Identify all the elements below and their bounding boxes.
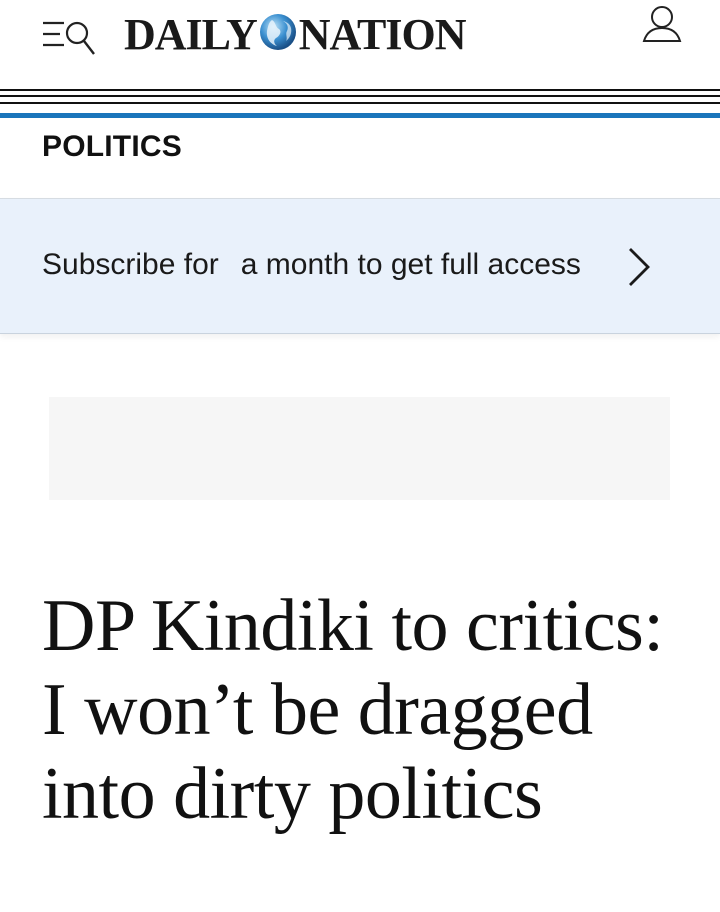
- logo-text-daily: DAILY: [124, 9, 258, 59]
- header-rules: [0, 88, 720, 120]
- chevron-right-icon: [629, 248, 650, 286]
- logo-text-nation: NATION: [298, 9, 467, 59]
- account-button[interactable]: [640, 4, 684, 44]
- menu-search-button[interactable]: [40, 16, 100, 60]
- subscribe-text-after: a month to get full access: [240, 248, 581, 281]
- accent-rule: [0, 113, 720, 118]
- site-header: DAILY NATION: [0, 0, 720, 88]
- ad-placeholder: [49, 397, 670, 500]
- globe-icon: [259, 14, 296, 50]
- search-icon: [65, 21, 95, 55]
- user-icon: [642, 6, 682, 42]
- section-link-politics[interactable]: POLITICS: [42, 130, 182, 164]
- subscribe-text: Subscribe for a month to get full access: [42, 248, 581, 282]
- subscribe-text-before: Subscribe for: [42, 248, 219, 281]
- subscribe-banner[interactable]: Subscribe for a month to get full access: [0, 199, 720, 334]
- article-headline: DP Kindiki to critics: I won’t be dragge…: [42, 585, 664, 835]
- daily-nation-logo[interactable]: DAILY NATION: [124, 9, 467, 59]
